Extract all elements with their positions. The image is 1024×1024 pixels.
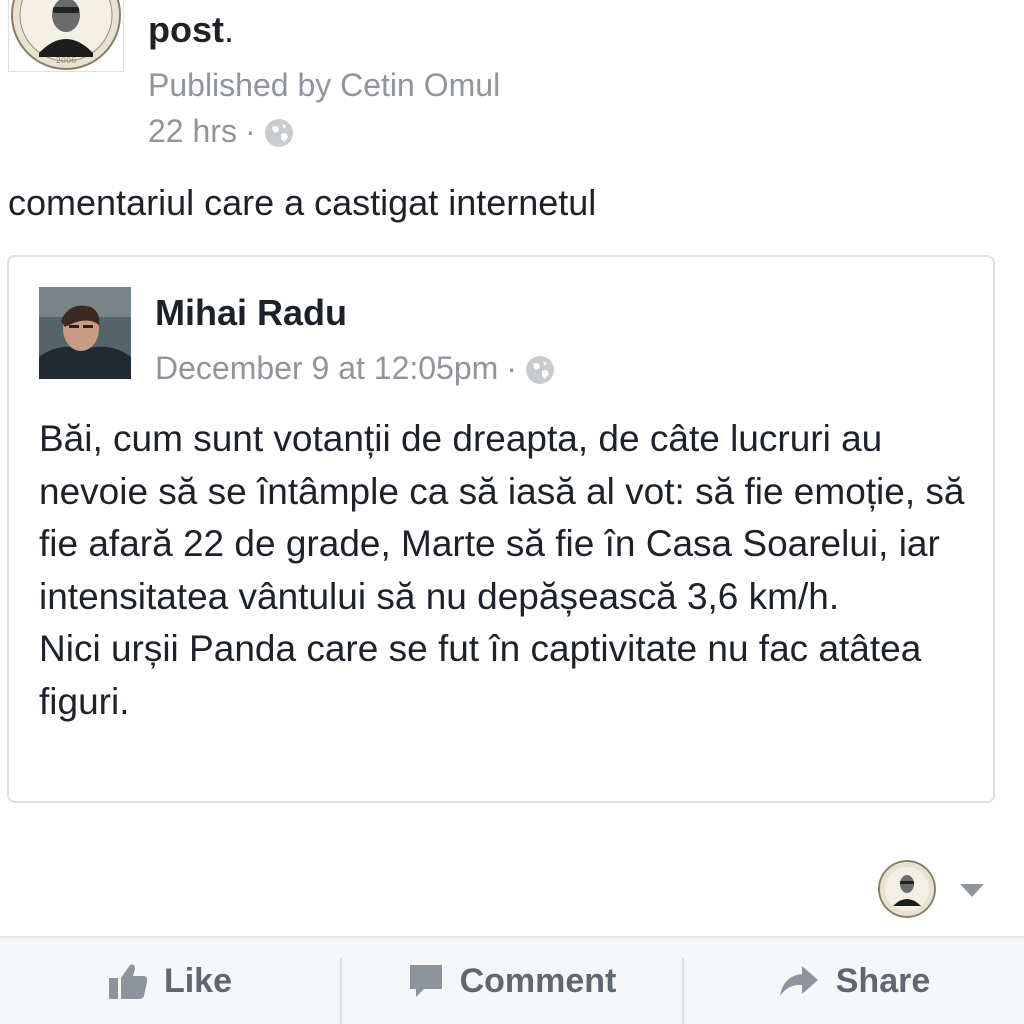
card-paragraph: Băi, cum sunt votanții de dreapta, de câ… [39, 418, 965, 617]
thumbs-up-icon [108, 964, 148, 999]
author-name[interactable]: Mihai Radu [155, 291, 347, 335]
globe-icon[interactable] [525, 353, 555, 384]
page-avatar[interactable]: 2006 [8, 0, 124, 72]
author-photo [39, 287, 131, 379]
meta-separator: · [506, 350, 517, 386]
svg-text:2006: 2006 [56, 56, 76, 65]
chevron-down-icon[interactable] [958, 880, 986, 900]
card-paragraph: Nici urșii Panda care se fut în captivit… [39, 628, 922, 722]
post-title-period: . [224, 9, 235, 50]
comment-icon [409, 965, 442, 997]
viewer-avatar[interactable] [878, 860, 936, 918]
comment-button[interactable]: Comment [342, 938, 682, 1024]
post-timestamp[interactable]: 22 hrs [148, 110, 237, 152]
meta-separator: · [244, 113, 256, 149]
shared-post-card[interactable]: Mihai Radu December 9 at 12:05pm · Băi, … [7, 255, 995, 803]
action-bar: Like Comment Share [0, 936, 1024, 1024]
card-meta: December 9 at 12:05pm · [155, 347, 555, 389]
globe-icon[interactable] [264, 116, 294, 147]
share-label: Share [835, 961, 931, 1000]
seal-logo: 2006 [11, 0, 121, 70]
author-avatar[interactable] [39, 287, 131, 379]
published-by[interactable]: Published by Cetin Omul [148, 64, 500, 106]
post-title-text[interactable]: post [148, 9, 224, 50]
card-body: Băi, cum sunt votanții de dreapta, de câ… [39, 413, 979, 728]
like-button[interactable]: Like [0, 938, 340, 1024]
card-timestamp[interactable]: December 9 at 12:05pm [155, 347, 498, 389]
post-title: post. [148, 8, 234, 52]
facebook-post-screen: 2006 post. Published by Cetin Omul 22 hr… [0, 0, 1024, 1024]
post-caption: comentariul care a castigat internetul [8, 182, 597, 223]
like-label: Like [163, 961, 233, 1000]
share-arrow-icon [779, 966, 818, 996]
post-meta: 22 hrs · [148, 110, 294, 152]
comment-label: Comment [459, 961, 617, 1000]
share-button[interactable]: Share [684, 938, 1024, 1024]
